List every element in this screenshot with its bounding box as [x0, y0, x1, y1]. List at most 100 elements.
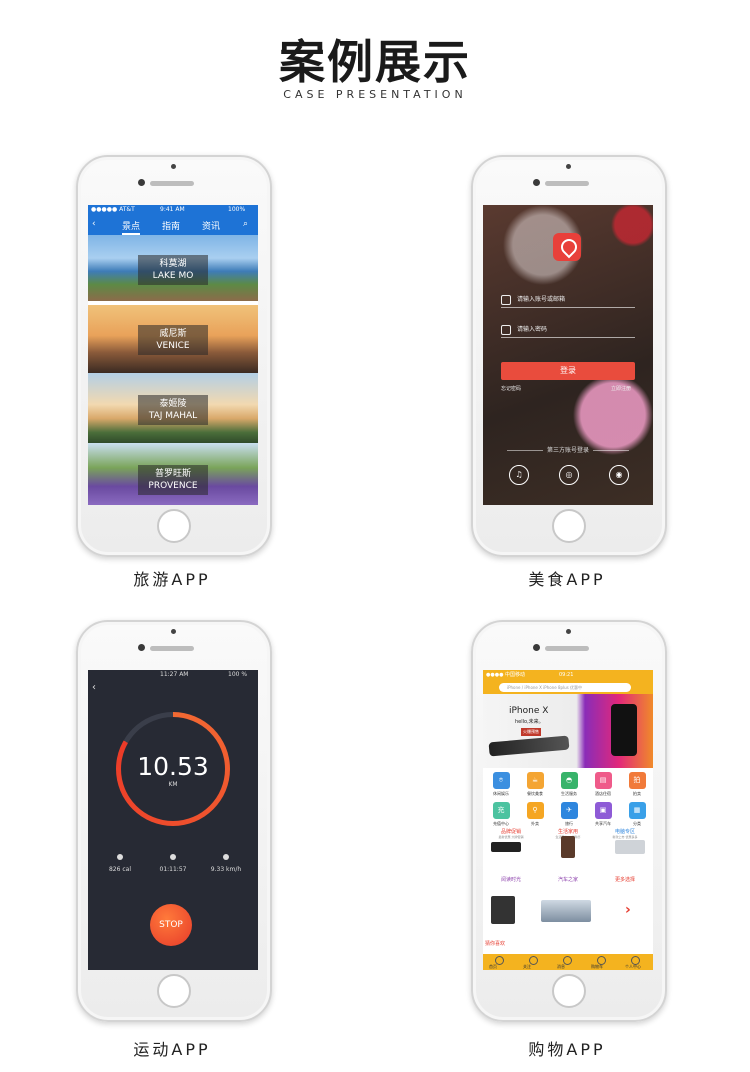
category-icon: 充	[492, 802, 510, 819]
category-label: 外卖	[531, 821, 539, 826]
section-title[interactable]: 阅读时光	[483, 876, 539, 883]
search-input[interactable]: iPhone / iPhone X iPhone 8plus 优惠中	[499, 683, 631, 692]
status-bar: 11:27 AM 100 %	[88, 670, 258, 680]
case-label: 旅游APP	[133, 570, 211, 589]
destination-card[interactable]: 科莫湖 LAKE MO	[88, 235, 258, 301]
category-icon: ✈	[560, 802, 578, 819]
bottom-tab-bar: 首页 关注 消息 购物车 个人中心	[483, 954, 653, 970]
stop-button[interactable]: STOP	[150, 904, 192, 946]
tab-guide[interactable]: 指南	[162, 219, 180, 232]
section-title[interactable]: 汽车之家	[540, 876, 596, 883]
destination-caption: 科莫湖 LAKE MO	[138, 255, 208, 285]
category-label: 拍卖	[633, 791, 641, 796]
back-icon[interactable]: ‹	[92, 682, 96, 693]
tab-label[interactable]: 首页	[489, 964, 497, 970]
product-image[interactable]	[491, 842, 521, 852]
section-title[interactable]: 更多选择	[597, 876, 653, 883]
qq-icon[interactable]: ♫	[509, 465, 529, 485]
register-link[interactable]: 立即注册	[611, 385, 631, 392]
category-label: 分类	[633, 821, 641, 826]
status-bar: ●●●●● AT&T 9:41 AM 100%	[88, 205, 258, 215]
banner-badge: 火爆预售	[521, 728, 541, 736]
back-icon[interactable]: ‹	[92, 219, 96, 229]
section-label: 生活家用	[557, 829, 578, 835]
password-placeholder: 请输入密码	[517, 326, 548, 333]
category-item[interactable]: ⌾ 休闲娱乐	[486, 772, 516, 802]
tab-label[interactable]: 个人中心	[625, 964, 641, 970]
camera-icon	[566, 164, 571, 169]
shop-screen: ●●●● 中国移动 09:21 iPhone / iPhone X iPhone…	[483, 670, 653, 970]
destination-card[interactable]: 威尼斯 VENICE	[88, 305, 258, 373]
category-label: 生活服务	[561, 791, 577, 796]
destination-caption: 威尼斯 VENICE	[138, 325, 208, 355]
destination-en: VENICE	[156, 341, 190, 351]
speaker-grille	[545, 646, 589, 651]
section-label: 阅读时光	[500, 877, 521, 883]
clock-icon	[170, 854, 176, 860]
category-item[interactable]: ▤ 酒店住宿	[588, 772, 618, 802]
status-bar: ●●●● 中国移动 09:21	[483, 670, 653, 681]
product-image[interactable]	[561, 836, 575, 858]
home-button[interactable]	[552, 509, 586, 543]
destination-card[interactable]: 泰姬陵 TAJ MAHAL	[88, 373, 258, 443]
search-icon[interactable]: ⌕	[243, 219, 248, 229]
category-item[interactable]: ☕ 餐饮美食	[520, 772, 550, 802]
front-camera-icon	[138, 644, 145, 651]
carrier-text: ●●●● 中国移动	[486, 672, 526, 678]
tab-news[interactable]: 资讯	[202, 219, 220, 232]
camera-icon	[171, 629, 176, 634]
home-button[interactable]	[552, 974, 586, 1008]
speedometer-icon	[223, 854, 229, 860]
distance-value: 10.53	[137, 752, 209, 781]
flame-icon	[117, 854, 123, 860]
speaker-grille	[150, 181, 194, 186]
duration-stat: 01:11:57	[145, 854, 201, 873]
phone-food: 请输入账号或邮箱 请输入密码 登录 忘记密码 立即注册 第三方账号登录 ♫ ◎ …	[471, 155, 667, 557]
product-image[interactable]	[615, 840, 645, 854]
carrier-text: ●●●●● AT&T	[91, 206, 135, 213]
page-title: 案例展示	[279, 35, 471, 89]
phone-image	[611, 704, 637, 756]
section-label: 电脑专区	[614, 829, 635, 835]
destination-card[interactable]: 普罗旺斯 PROVENCE	[88, 443, 258, 505]
product-image[interactable]	[491, 896, 515, 924]
front-camera-icon	[138, 179, 145, 186]
weibo-icon[interactable]: ◉	[609, 465, 629, 485]
tab-label[interactable]: 消息	[557, 964, 565, 970]
category-icon: ▦	[628, 802, 646, 819]
tab-label[interactable]: 购物车	[591, 964, 603, 970]
home-button[interactable]	[157, 509, 191, 543]
tab-sights[interactable]: 景点	[122, 219, 141, 235]
calories-value: 826 cal	[108, 866, 131, 873]
tab-label[interactable]: 关注	[523, 964, 531, 970]
category-icon: ▤	[594, 772, 612, 789]
app-logo-icon	[553, 233, 581, 261]
section-title[interactable]: 电脑专区 新款上市 优惠多多	[597, 828, 653, 839]
phone-sport: 11:27 AM 100 % ‹ 10.53 KM 826 cal 01:11:…	[76, 620, 272, 1022]
case-label: 购物APP	[528, 1040, 606, 1059]
category-icon: ⌾	[492, 772, 510, 789]
section-sub: 最新优惠 大牌促销	[498, 835, 524, 839]
forgot-password-link[interactable]: 忘记密码	[501, 385, 521, 392]
username-field[interactable]: 请输入账号或邮箱	[501, 293, 635, 308]
home-button[interactable]	[157, 974, 191, 1008]
section-title[interactable]: 品牌促销 最新优惠 大牌促销	[483, 828, 539, 839]
banner-title: iPhone X	[509, 706, 549, 716]
promo-banner[interactable]: iPhone X hello,未来。 火爆预售	[483, 694, 653, 768]
category-item[interactable]: 拍拍卖	[622, 772, 652, 802]
third-party-login-label: 第三方账号登录	[483, 445, 653, 454]
wechat-icon[interactable]: ◎	[559, 465, 579, 485]
speed-stat: 9.33 km/h	[198, 854, 254, 873]
category-label: 休闲娱乐	[493, 791, 509, 796]
chevron-right-icon[interactable]: ›	[625, 902, 631, 918]
category-label: 共享汽车	[595, 821, 611, 826]
case-label: 运动APP	[133, 1040, 211, 1059]
user-icon	[501, 294, 511, 305]
product-image[interactable]	[541, 900, 591, 922]
category-item[interactable]: ◓ 生活服务	[554, 772, 584, 802]
category-icon: ▣	[594, 802, 612, 819]
login-button[interactable]: 登录	[501, 362, 635, 380]
password-field[interactable]: 请输入密码	[501, 323, 635, 338]
case-label: 美食APP	[528, 570, 606, 589]
camera-icon	[171, 164, 176, 169]
